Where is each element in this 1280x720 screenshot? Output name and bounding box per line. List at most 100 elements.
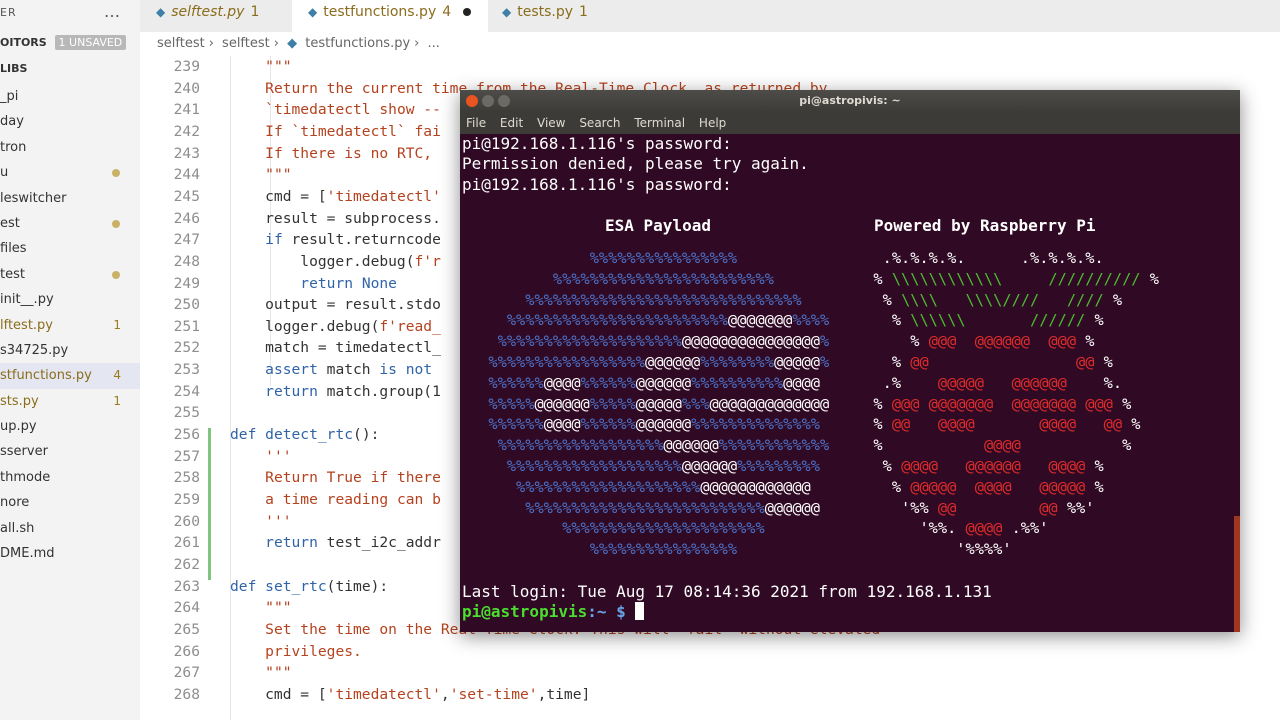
file-tree-item[interactable]: stfunctions.py 4 bbox=[0, 363, 140, 389]
code-text: cmd = ['timedatectl','set-time',time] bbox=[230, 685, 591, 703]
file-tree-item[interactable]: tron bbox=[0, 135, 140, 160]
file-tree-item[interactable]: sts.py 1 bbox=[0, 389, 140, 414]
tab-label: tests.py bbox=[517, 4, 574, 20]
code-line[interactable]: 266 privileges. bbox=[140, 641, 1280, 663]
problem-count: 4 bbox=[113, 368, 121, 383]
line-number: 254 bbox=[173, 382, 200, 400]
libs-folder-header[interactable]: LIBS bbox=[0, 62, 27, 75]
terminal-titlebar[interactable]: pi@astropivis: ~ bbox=[460, 90, 1240, 112]
line-number: 264 bbox=[173, 599, 200, 617]
python-file-icon: ◆ bbox=[308, 5, 318, 19]
code-text: """ bbox=[265, 599, 292, 617]
terminal-window[interactable]: pi@astropivis: ~ File Edit View Search T… bbox=[460, 90, 1240, 632]
maximize-icon[interactable] bbox=[498, 95, 510, 107]
line-number: 247 bbox=[173, 231, 200, 249]
problem-count: 1 bbox=[579, 4, 588, 20]
breadcrumb-item[interactable]: selftest bbox=[222, 36, 270, 51]
code-text: if result.returncode bbox=[265, 231, 441, 249]
chevron-right-icon: › bbox=[414, 36, 420, 51]
file-tree-item[interactable]: est bbox=[0, 211, 140, 236]
minimize-icon[interactable] bbox=[482, 95, 494, 107]
breadcrumb-item[interactable]: ... bbox=[428, 36, 440, 51]
line-number: 263 bbox=[173, 577, 200, 595]
breadcrumb-item[interactable]: testfunctions.py bbox=[305, 36, 410, 51]
file-tree-item[interactable]: files bbox=[0, 236, 140, 261]
line-number: 241 bbox=[173, 101, 200, 119]
line-number: 245 bbox=[173, 187, 200, 205]
code-text: If `timedatectl` fai bbox=[265, 122, 441, 140]
code-text: ''' bbox=[265, 512, 292, 530]
tab-selftest[interactable]: ◆ selftest.py 1 bbox=[156, 0, 259, 32]
esa-logo-ascii-art: %%%%%%%%%%%%%%%% %%%%%%%%%%%%%%%%%%%%%%%… bbox=[470, 249, 830, 559]
prompt-user: pi@astropivis bbox=[462, 602, 588, 621]
code-text: output = result.stdo bbox=[230, 296, 441, 314]
line-number: 240 bbox=[173, 79, 200, 97]
last-login-line: Last login: Tue Aug 17 08:14:36 2021 fro… bbox=[462, 582, 992, 601]
shell-prompt[interactable]: pi@astropivis:~ $ bbox=[462, 602, 645, 622]
code-text: Return True if there bbox=[265, 469, 441, 487]
file-name: u bbox=[0, 165, 9, 181]
line-number: 248 bbox=[173, 252, 200, 270]
tab-testfunctions[interactable]: ◆ testfunctions.py 4 bbox=[292, 0, 488, 32]
unsaved-dot-icon[interactable] bbox=[463, 8, 472, 16]
file-tree-item[interactable]: init__.py bbox=[0, 287, 140, 312]
code-text: """ bbox=[265, 58, 292, 75]
file-tree-item[interactable]: DME.md bbox=[0, 541, 140, 566]
code-text: a time reading can b bbox=[265, 491, 441, 508]
code-line[interactable]: 239 """ bbox=[140, 56, 1280, 78]
file-tree-item[interactable]: nore bbox=[0, 490, 140, 515]
raspberry-pi-title: Powered by Raspberry Pi bbox=[874, 216, 1096, 235]
file-tree-item[interactable]: up.py bbox=[0, 414, 140, 439]
editor-tabs: ◆ selftest.py 1 ◆ testfunctions.py 4 ◆ tests.… bbox=[140, 0, 1280, 32]
close-icon[interactable] bbox=[466, 95, 478, 107]
terminal-output[interactable]: pi@192.168.1.116's password: Permission … bbox=[460, 134, 1240, 632]
code-text: return None bbox=[300, 274, 397, 292]
code-text: return test_i2c_addr bbox=[265, 534, 441, 552]
problem-count: 4 bbox=[442, 4, 452, 20]
problem-count: 1 bbox=[113, 317, 121, 332]
menu-file[interactable]: File bbox=[466, 116, 486, 130]
breadcrumb-item[interactable]: selftest bbox=[157, 36, 205, 51]
open-editors-header[interactable]: OITORS 1 UNSAVED bbox=[0, 35, 140, 55]
line-number: 258 bbox=[173, 469, 200, 487]
file-tree-item[interactable]: test bbox=[0, 262, 140, 287]
file-tree-item[interactable]: lftest.py 1 bbox=[0, 313, 140, 338]
file-name: nore bbox=[0, 495, 30, 511]
line-number: 267 bbox=[173, 664, 200, 682]
menu-help[interactable]: Help bbox=[699, 116, 726, 130]
code-line[interactable]: 267 """ bbox=[140, 662, 1280, 684]
menu-view[interactable]: View bbox=[537, 116, 565, 130]
raspberry-pi-logo-ascii-art: .%.%.%.%. .%.%.%.%. % \\\\\\\\\\\\ /////… bbox=[855, 249, 1159, 559]
code-text: If there is no RTC, bbox=[265, 144, 441, 162]
file-tree-item[interactable]: day bbox=[0, 109, 140, 134]
menu-edit[interactable]: Edit bbox=[500, 116, 523, 130]
line-number: 251 bbox=[173, 317, 200, 335]
file-tree-item[interactable]: _pi bbox=[0, 84, 140, 109]
menu-terminal[interactable]: Terminal bbox=[634, 116, 685, 130]
tab-tests[interactable]: ◆ tests.py 1 bbox=[502, 0, 588, 32]
line-number: 246 bbox=[173, 209, 200, 227]
file-tree-item[interactable]: u bbox=[0, 160, 140, 185]
file-name: s34725.py bbox=[0, 342, 69, 358]
terminal-cursor bbox=[635, 602, 645, 620]
code-text: """ bbox=[265, 166, 292, 184]
code-line[interactable]: 268 cmd = ['timedatectl','set-time',time… bbox=[140, 684, 1280, 706]
file-tree-item[interactable]: leswitcher bbox=[0, 186, 140, 211]
breadcrumb: selftest › selftest › ◆ testfunctions.py › … bbox=[140, 32, 1280, 56]
code-text: privileges. bbox=[265, 642, 362, 660]
line-number: 268 bbox=[173, 685, 200, 703]
line-number: 249 bbox=[173, 274, 200, 292]
file-tree-item[interactable]: sserver bbox=[0, 439, 140, 464]
file-name: init__.py bbox=[0, 292, 54, 308]
explorer-sidebar: ER … OITORS 1 UNSAVED LIBS _pi day tron u le… bbox=[0, 0, 141, 720]
file-name: _pi bbox=[0, 89, 19, 104]
line-number: 262 bbox=[173, 555, 200, 573]
code-text: """ bbox=[265, 664, 292, 682]
file-tree-item[interactable]: s34725.py bbox=[0, 338, 140, 363]
more-actions-icon[interactable]: … bbox=[104, 2, 120, 21]
menu-search[interactable]: Search bbox=[579, 116, 620, 130]
file-tree-item[interactable]: thmode bbox=[0, 465, 140, 490]
file-tree-item[interactable]: all.sh bbox=[0, 516, 140, 541]
tab-label: selftest.py bbox=[171, 4, 245, 20]
chevron-right-icon: › bbox=[273, 36, 279, 51]
